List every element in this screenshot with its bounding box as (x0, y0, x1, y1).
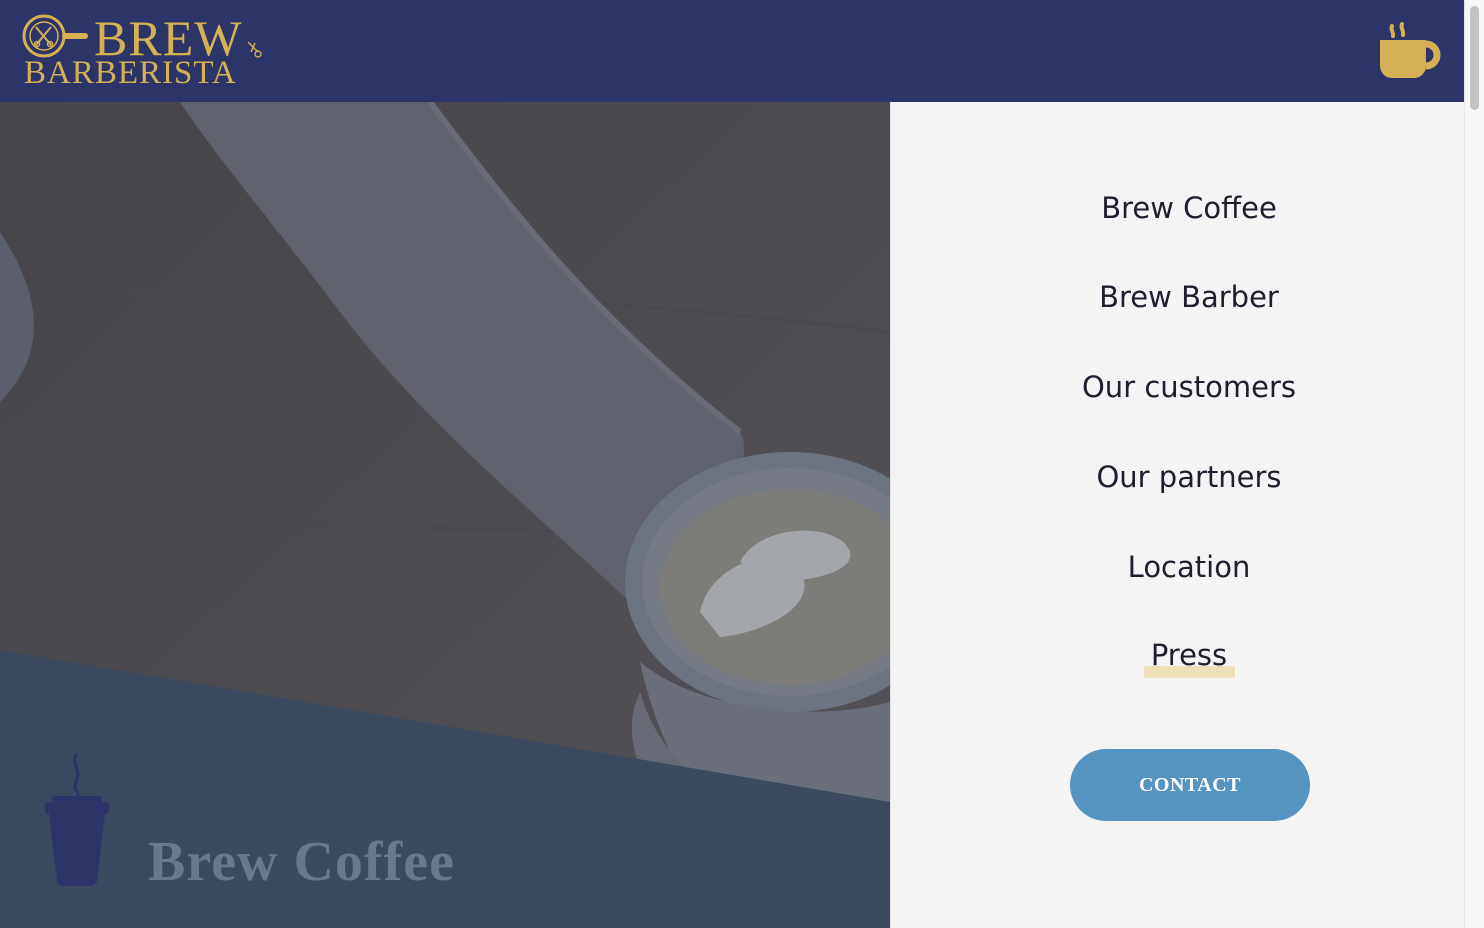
page: BREW BARBERISTA Brew Coffee Brew Coffee … (0, 0, 1484, 928)
menu-item-label: Our customers (1081, 370, 1297, 404)
menu-item-location[interactable]: Location (891, 549, 1484, 585)
coffee-cup-icon (1380, 22, 1441, 78)
menu-toggle-cup-button[interactable] (1374, 20, 1444, 82)
menu-item-press[interactable]: Press (891, 637, 1484, 673)
menu-item-brew-barber[interactable]: Brew Barber (891, 279, 1484, 315)
small-scissors-icon (247, 41, 262, 58)
contact-button[interactable]: CONTACT (1070, 749, 1310, 821)
menu-item-our-partners[interactable]: Our partners (891, 459, 1484, 495)
site-header: BREW BARBERISTA (0, 0, 1464, 102)
menu-item-label: Press (1150, 638, 1228, 672)
menu-item-brew-coffee[interactable]: Brew Coffee (891, 190, 1484, 226)
brand-logo[interactable]: BREW BARBERISTA (20, 12, 270, 92)
logo-text-barberista: BARBERISTA (24, 55, 237, 91)
page-scrollbar[interactable] (1464, 0, 1484, 928)
menu-item-label: Brew Barber (1099, 280, 1279, 314)
hero-section: Brew Coffee (0, 102, 890, 928)
hero-title: Brew Coffee (148, 831, 455, 893)
menu-item-label: Brew Coffee (1101, 191, 1277, 225)
nav-menu-panel: Brew Coffee Brew Barber Our customers Ou… (890, 102, 1465, 928)
hero-photo (0, 102, 890, 928)
scrollbar-thumb[interactable] (1470, 6, 1479, 110)
menu-item-label: Our partners (1096, 460, 1282, 494)
menu-item-label: Location (1127, 550, 1251, 584)
menu-item-our-customers[interactable]: Our customers (891, 369, 1484, 405)
